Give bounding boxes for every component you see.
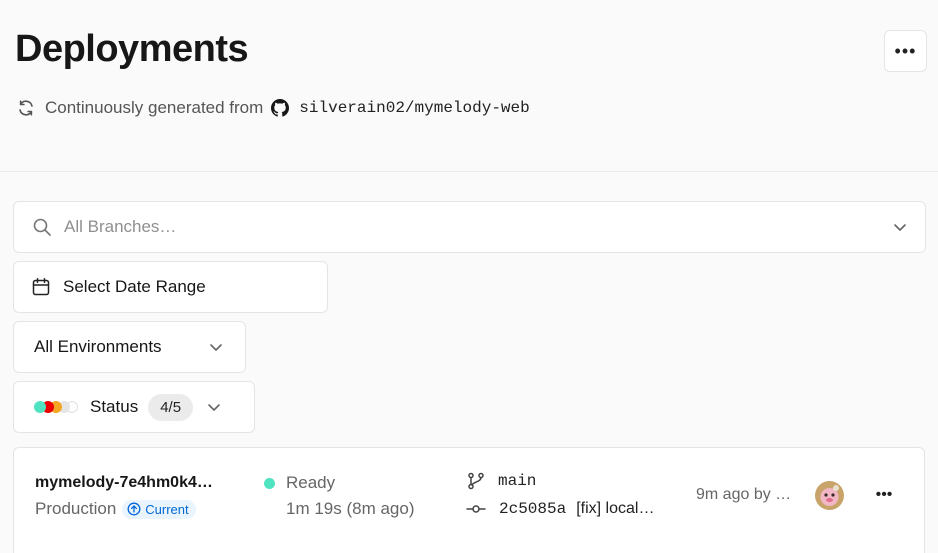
calendar-icon [31,277,51,297]
branch-name: main [498,472,537,490]
github-icon [271,99,290,117]
deployment-commit[interactable]: 2c5085a [fix] local… [466,499,668,519]
repo-source-line: Continuously generated from silverain02/… [16,97,530,119]
avatar[interactable] [815,481,844,510]
chevron-down-icon [207,338,225,356]
deployment-time: 9m ago by … [696,486,792,503]
current-badge-label: Current [145,501,189,517]
status-filter[interactable]: Status 4/5 [13,381,255,433]
page-header: Deployments ••• Continuously generated f… [0,0,938,172]
commit-message: [fix] local… [576,500,655,517]
environment-label: All Environments [34,337,162,356]
arrow-up-circle-icon [127,502,141,516]
sync-icon [16,98,36,118]
status-dots [34,401,78,413]
row-more-button[interactable]: ••• [872,483,896,507]
git-commit-icon [466,499,486,519]
current-badge: Current [122,499,196,519]
date-range-label: Select Date Range [63,277,206,296]
search-placeholder: All Branches… [64,217,177,236]
more-icon: ••• [875,486,893,503]
more-icon: ••• [894,40,917,61]
status-dot-ready [34,401,46,413]
commit-hash: 2c5085a [499,500,567,518]
deployment-state: Ready [264,473,335,493]
environment-name: Production [35,499,117,518]
deployment-branch[interactable]: main [466,471,536,491]
chevron-down-icon[interactable] [891,218,909,236]
chevron-down-icon [205,398,223,416]
deployment-environment: Production Current [35,499,196,519]
subtitle-text: Continuously generated from [45,98,264,117]
more-options-button[interactable]: ••• [884,30,927,72]
deployment-name[interactable]: mymelody-7e4hm0k4… [35,474,240,492]
date-range-button[interactable]: Select Date Range [13,261,328,313]
git-branch-icon [466,471,486,491]
deployment-row[interactable]: mymelody-7e4hm0k4… Production Current Re… [13,447,925,553]
branch-search-input[interactable]: All Branches… [13,201,926,253]
status-label: Status [90,397,139,416]
search-icon [32,217,52,237]
repo-link[interactable]: silverain02/mymelody-web [299,99,529,117]
state-label: Ready [286,473,336,492]
page-title: Deployments [15,28,249,70]
state-dot [264,477,275,489]
deployment-duration: 1m 19s (8m ago) [286,499,415,518]
status-count-badge: 4/5 [148,393,194,421]
environment-select[interactable]: All Environments [13,321,246,373]
